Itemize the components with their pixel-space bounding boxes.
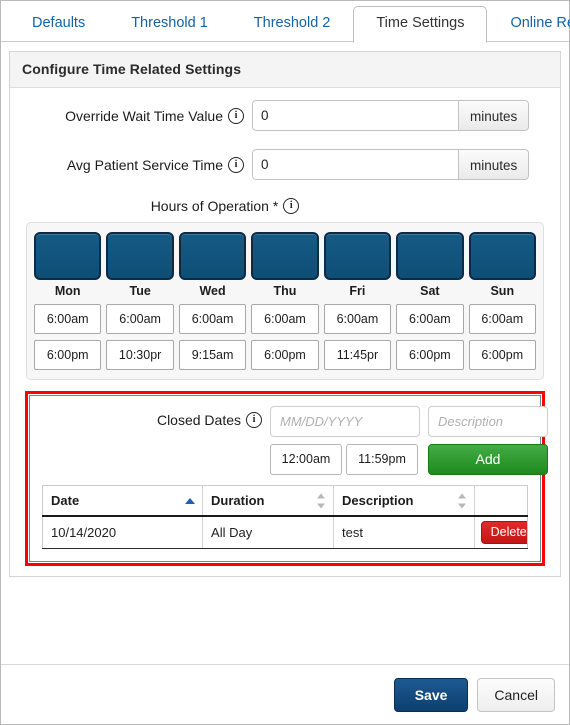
tab-threshold-1[interactable]: Threshold 1 xyxy=(108,6,231,42)
open-time-sun[interactable]: 6:00am xyxy=(468,304,536,334)
tab-threshold-2[interactable]: Threshold 2 xyxy=(231,6,354,42)
close-time-tue[interactable]: 10:30pr xyxy=(106,340,174,370)
day-toggle-wed[interactable] xyxy=(178,232,247,280)
sort-unsorted-icon xyxy=(316,493,326,508)
day-toggle-mon[interactable] xyxy=(34,232,102,280)
closed-date-start-time[interactable]: 12:00am xyxy=(270,444,342,475)
day-label-wed: Wed xyxy=(199,284,226,298)
closed-date-description-input[interactable] xyxy=(428,406,548,437)
column-header-date[interactable]: Date xyxy=(42,485,204,517)
open-time-fri[interactable]: 6:00am xyxy=(323,304,392,334)
close-time-row: 6:00pm 10:30pr 9:15am 6:00pm 11:45pr 6:0… xyxy=(34,340,536,370)
day-toggle-tue[interactable] xyxy=(106,232,174,280)
override-wait-time-input[interactable] xyxy=(252,100,458,131)
hours-of-operation-label: Hours of Operation * i xyxy=(20,198,550,214)
avg-service-time-row: Avg Patient Service Time i minutes xyxy=(20,149,550,180)
closed-date-input[interactable] xyxy=(270,406,420,437)
column-header-actions xyxy=(474,485,528,517)
hours-of-operation-box: Mon Tue Wed Thu Fri Sat Sun 6:00am 6:00a… xyxy=(26,222,544,380)
day-toggle-sun[interactable] xyxy=(468,232,536,280)
column-header-date-label: Date xyxy=(51,493,80,508)
avg-service-time-input-group: minutes xyxy=(252,149,530,180)
table-header-row: Date Duration Description xyxy=(42,485,528,517)
avg-service-time-input[interactable] xyxy=(252,149,458,180)
day-label-sat: Sat xyxy=(420,284,440,298)
close-time-sun[interactable]: 6:00pm xyxy=(468,340,536,370)
info-icon[interactable]: i xyxy=(228,156,244,173)
day-label-fri: Fri xyxy=(349,284,366,298)
day-label-tue: Tue xyxy=(129,284,151,298)
add-closed-date-button[interactable]: Add xyxy=(428,444,548,475)
info-icon[interactable]: i xyxy=(283,198,300,214)
closed-dates-entry-row: Closed Dates i 12:00am 11:59pm Ad xyxy=(42,406,548,475)
close-time-thu[interactable]: 6:00pm xyxy=(251,340,319,370)
save-button[interactable]: Save xyxy=(393,677,469,712)
column-header-description-label: Description xyxy=(341,493,414,508)
day-toggle-sat[interactable] xyxy=(396,232,464,280)
table-row: 10/14/2020 All Day test Delete xyxy=(42,516,528,549)
override-wait-time-label-text: Override Wait Time Value xyxy=(65,107,223,124)
info-icon[interactable]: i xyxy=(228,107,244,124)
cell-date: 10/14/2020 xyxy=(42,516,204,549)
day-toggle-thu[interactable] xyxy=(251,232,319,280)
settings-panel: Configure Time Related Settings Override… xyxy=(9,51,561,577)
avg-service-time-unit: minutes xyxy=(458,149,530,180)
column-header-description[interactable]: Description xyxy=(333,485,475,517)
day-label-mon: Mon xyxy=(54,284,81,298)
sort-ascending-icon xyxy=(185,497,196,504)
day-toggle-fri[interactable] xyxy=(323,232,392,280)
day-label-sun: Sun xyxy=(490,284,515,298)
footer-actions: Save Cancel xyxy=(1,664,569,724)
cell-duration: All Day xyxy=(202,516,334,549)
close-time-sat[interactable]: 6:00pm xyxy=(396,340,464,370)
hours-of-operation-label-text: Hours of Operation * xyxy=(150,198,279,214)
open-time-sat[interactable]: 6:00am xyxy=(396,304,464,334)
tab-time-settings[interactable]: Time Settings xyxy=(353,6,488,43)
close-time-wed[interactable]: 9:15am xyxy=(178,340,247,370)
time-settings-page: Defaults Threshold 1 Threshold 2 Time Se… xyxy=(0,0,570,725)
avg-service-time-label-text: Avg Patient Service Time xyxy=(66,156,223,173)
delete-button[interactable]: Delete xyxy=(480,521,528,544)
open-time-tue[interactable]: 6:00am xyxy=(106,304,174,334)
day-toggle-row xyxy=(34,232,536,280)
closed-dates-label-text: Closed Dates xyxy=(156,412,241,428)
cell-actions: Delete xyxy=(474,516,528,549)
closed-dates-section: Closed Dates i 12:00am 11:59pm Ad xyxy=(29,395,548,562)
override-wait-time-row: Override Wait Time Value i minutes xyxy=(20,100,550,131)
sort-unsorted-icon xyxy=(457,493,467,508)
closed-dates-fields: 12:00am 11:59pm Add xyxy=(270,406,548,475)
close-time-mon[interactable]: 6:00pm xyxy=(34,340,102,370)
tab-online-resv[interactable]: Online Resv xyxy=(487,6,570,42)
day-label-thu: Thu xyxy=(273,284,297,298)
column-header-duration[interactable]: Duration xyxy=(202,485,334,517)
closed-dates-label: Closed Dates i xyxy=(42,406,270,428)
closed-date-end-time[interactable]: 11:59pm xyxy=(346,444,418,475)
close-time-fri[interactable]: 11:45pr xyxy=(323,340,392,370)
open-time-row: 6:00am 6:00am 6:00am 6:00am 6:00am 6:00a… xyxy=(34,304,536,340)
open-time-wed[interactable]: 6:00am xyxy=(178,304,247,334)
closed-dates-table: Date Duration Description 10/14/2020 All… xyxy=(42,485,528,549)
tab-defaults[interactable]: Defaults xyxy=(9,6,108,42)
override-wait-time-input-group: minutes xyxy=(252,100,530,131)
avg-service-time-label: Avg Patient Service Time i xyxy=(20,156,252,173)
day-name-row: Mon Tue Wed Thu Fri Sat Sun xyxy=(34,280,536,304)
tab-bar: Defaults Threshold 1 Threshold 2 Time Se… xyxy=(1,1,570,43)
panel-title: Configure Time Related Settings xyxy=(10,52,560,88)
override-wait-time-label: Override Wait Time Value i xyxy=(20,107,252,124)
closed-dates-highlight: Closed Dates i 12:00am 11:59pm Ad xyxy=(25,391,548,566)
cell-description: test xyxy=(333,516,475,549)
panel-body: Override Wait Time Value i minutes Avg P… xyxy=(10,88,560,576)
cancel-button[interactable]: Cancel xyxy=(477,677,555,712)
info-icon[interactable]: i xyxy=(246,412,262,428)
open-time-thu[interactable]: 6:00am xyxy=(251,304,319,334)
open-time-mon[interactable]: 6:00am xyxy=(34,304,102,334)
closed-dates-inputs-row xyxy=(270,406,548,437)
override-wait-time-unit: minutes xyxy=(458,100,530,131)
column-header-duration-label: Duration xyxy=(211,493,265,508)
closed-dates-times-row: 12:00am 11:59pm Add xyxy=(270,444,548,475)
